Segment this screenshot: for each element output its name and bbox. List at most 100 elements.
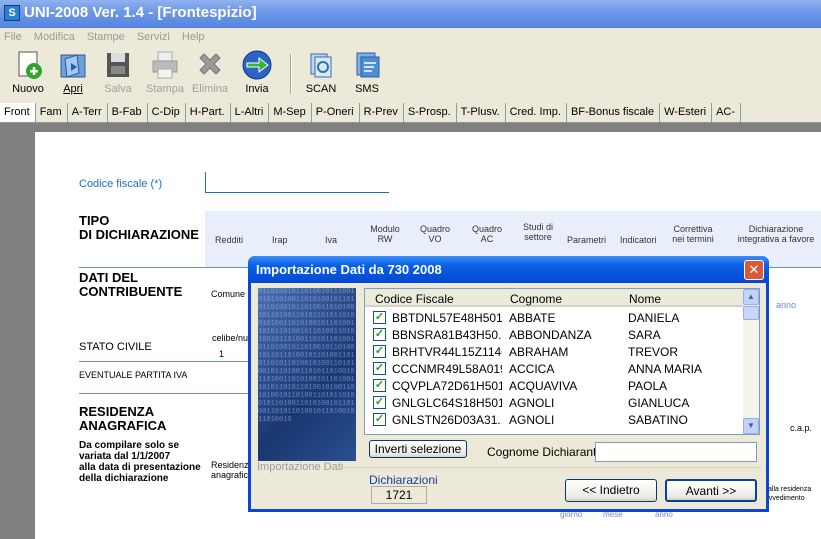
- scan-button[interactable]: SCAN: [301, 49, 341, 95]
- codice-fiscale-label: Codice fiscale (*): [79, 178, 163, 190]
- scroll-down-icon[interactable]: ▼: [743, 418, 759, 434]
- cognome-dichiarante-input[interactable]: [595, 442, 757, 462]
- sms-button[interactable]: SMS: [347, 49, 387, 95]
- column-nome[interactable]: Nome: [629, 292, 661, 306]
- tab-front[interactable]: Front: [0, 103, 36, 122]
- header-correttiva: Correttiva nei termini: [672, 224, 714, 244]
- sms-label: SMS: [355, 83, 379, 95]
- tab-t-plusv[interactable]: T-Plusv.: [457, 103, 506, 122]
- apri-button[interactable]: Apri: [53, 49, 93, 95]
- list-item[interactable]: ✓ BRHTVR44L15Z114Q ABRAHAM TREVOR: [365, 343, 743, 360]
- salva-label: Salva: [104, 83, 132, 95]
- menu-help[interactable]: Help: [178, 28, 210, 43]
- group-divider: [331, 467, 761, 468]
- import-dialog: Importazione Dati da 730 2008 ✕ 01101001…: [248, 256, 769, 512]
- tab-bf-bonus-fiscale[interactable]: BF-Bonus fiscale: [567, 103, 661, 122]
- menu-modifica[interactable]: Modifica: [30, 28, 80, 43]
- nuovo-button[interactable]: Nuovo: [8, 49, 48, 95]
- tab-w-esteri[interactable]: W-Esteri: [660, 103, 713, 122]
- indietro-button[interactable]: << Indietro: [565, 479, 657, 502]
- menu-file[interactable]: File: [0, 28, 27, 43]
- new-document-icon: [12, 49, 44, 81]
- tab-fam[interactable]: Fam: [36, 103, 68, 122]
- scroll-up-icon[interactable]: ▲: [743, 289, 759, 305]
- apri-label: Apri: [63, 83, 83, 95]
- menu-stampe[interactable]: Stampe: [83, 28, 130, 43]
- divider: [79, 393, 249, 394]
- printer-icon: [149, 49, 181, 81]
- checkbox-checked[interactable]: ✓: [373, 379, 386, 392]
- checkbox-checked[interactable]: ✓: [373, 362, 386, 375]
- anno-label: anno: [776, 300, 797, 310]
- list-item[interactable]: ✓ GNLSTN26D03A31... AGNOLI SABATINO: [365, 411, 743, 428]
- header-irap: Irap: [272, 235, 288, 245]
- stato-civile-label: STATO CIVILE: [79, 341, 152, 353]
- stato-civile-value: 1: [219, 349, 225, 359]
- tab-h-part[interactable]: H-Part.: [186, 103, 231, 122]
- header-quadro-ac: Quadro AC: [471, 224, 503, 244]
- send-globe-icon: [241, 49, 273, 81]
- checkbox-checked[interactable]: ✓: [373, 345, 386, 358]
- list-item[interactable]: ✓ CCCNMR49L58A019Z ACCICA ANNA MARIA: [365, 360, 743, 377]
- binary-data-image: 0110100101101001011100101011010011010100…: [258, 288, 356, 461]
- checkbox-checked[interactable]: ✓: [373, 396, 386, 409]
- sms-message-icon: [351, 49, 383, 81]
- menu-bar: File Modifica Stampe Servizi Help: [0, 28, 821, 46]
- tab-b-fab[interactable]: B-Fab: [108, 103, 148, 122]
- tab-ac[interactable]: AC-: [712, 103, 742, 122]
- open-folder-icon: [57, 49, 89, 81]
- stampa-label: Stampa: [146, 83, 184, 95]
- elimina-button[interactable]: Elimina: [190, 49, 230, 95]
- dichiarazioni-count: 1721: [371, 486, 427, 504]
- tab-s-prosp[interactable]: S-Prosp.: [404, 103, 457, 122]
- column-codice-fiscale[interactable]: Codice Fiscale: [375, 292, 454, 306]
- dichiarazioni-label: Dichiarazioni: [369, 473, 438, 487]
- list-header: Codice Fiscale Cognome Nome: [365, 289, 743, 307]
- salva-button[interactable]: Salva: [98, 49, 138, 95]
- scroll-thumb[interactable]: [743, 306, 759, 320]
- dichiarazioni-list[interactable]: Codice Fiscale Cognome Nome ✓ BBTDNL57E48…: [364, 288, 760, 435]
- codice-fiscale-field[interactable]: [205, 172, 389, 193]
- column-cognome[interactable]: Cognome: [510, 292, 562, 306]
- comune-label: Comune: [211, 289, 246, 299]
- dialog-title: Importazione Dati da 730 2008: [248, 256, 769, 283]
- list-item[interactable]: ✓ CQVPLA72D61H501Y ACQUAVIVA PAOLA: [365, 377, 743, 394]
- app-icon: S: [4, 5, 20, 21]
- partita-iva-label: EVENTUALE PARTITA IVA: [79, 370, 188, 380]
- cap-label: c.a.p.: [790, 423, 813, 433]
- toolbar-separator: [290, 54, 292, 94]
- tab-c-dip[interactable]: C-Dip: [148, 103, 186, 122]
- avanti-button[interactable]: Avanti >>: [665, 479, 757, 502]
- tab-cred-imp[interactable]: Cred. Imp.: [506, 103, 567, 122]
- menu-servizi[interactable]: Servizi: [133, 28, 175, 43]
- checkbox-checked[interactable]: ✓: [373, 328, 386, 341]
- checkbox-checked[interactable]: ✓: [373, 413, 386, 426]
- header-modulo-rw: Modulo RW: [370, 224, 400, 244]
- header-quadro-vo: Quadro VO: [419, 224, 451, 244]
- tab-m-sep[interactable]: M-Sep: [269, 103, 312, 122]
- dialog-body: 0110100101101001011100101011010011010100…: [251, 283, 766, 509]
- tab-r-prev[interactable]: R-Prev: [360, 103, 404, 122]
- checkbox-checked[interactable]: ✓: [373, 311, 386, 324]
- list-item[interactable]: ✓ BBNSRA81B43H50... ABBONDANZA SARA: [365, 326, 743, 343]
- dati-contribuente-heading: DATI DEL CONTRIBUENTE: [79, 270, 183, 299]
- tab-a-terr[interactable]: A-Terr: [68, 103, 108, 122]
- inverti-selezione-button[interactable]: Inverti selezione: [369, 440, 467, 458]
- list-item[interactable]: ✓ BBTDNL57E48H501R ABBATE DANIELA: [365, 309, 743, 326]
- tipo-dichiarazione-heading: TIPO DI DICHIARAZIONE: [79, 213, 199, 242]
- divider: [79, 361, 249, 362]
- elimina-label: Elimina: [191, 83, 229, 95]
- delete-x-icon: [194, 49, 226, 81]
- stampa-button[interactable]: Stampa: [145, 49, 185, 95]
- close-icon[interactable]: ✕: [744, 260, 764, 280]
- nuovo-label: Nuovo: [12, 83, 44, 95]
- title-bar: S UNI-2008 Ver. 1.4 - [Frontespizio]: [0, 0, 821, 28]
- tab-l-altri[interactable]: L-Altri: [231, 103, 270, 122]
- section-tabs: Front Fam A-Terr B-Fab C-Dip H-Part. L-Altri M-…: [0, 101, 821, 123]
- header-integrativa: Dichiarazione integrativa a favore: [737, 224, 815, 244]
- invia-button[interactable]: Invia: [237, 49, 277, 95]
- tab-p-oneri[interactable]: P-Oneri: [312, 103, 360, 122]
- window-title: UNI-2008 Ver. 1.4 - [Frontespizio]: [24, 4, 257, 21]
- list-scrollbar[interactable]: ▲ ▼: [743, 289, 759, 434]
- list-item[interactable]: ✓ GNLGLC64S18H501L AGNOLI GIANLUCA: [365, 394, 743, 411]
